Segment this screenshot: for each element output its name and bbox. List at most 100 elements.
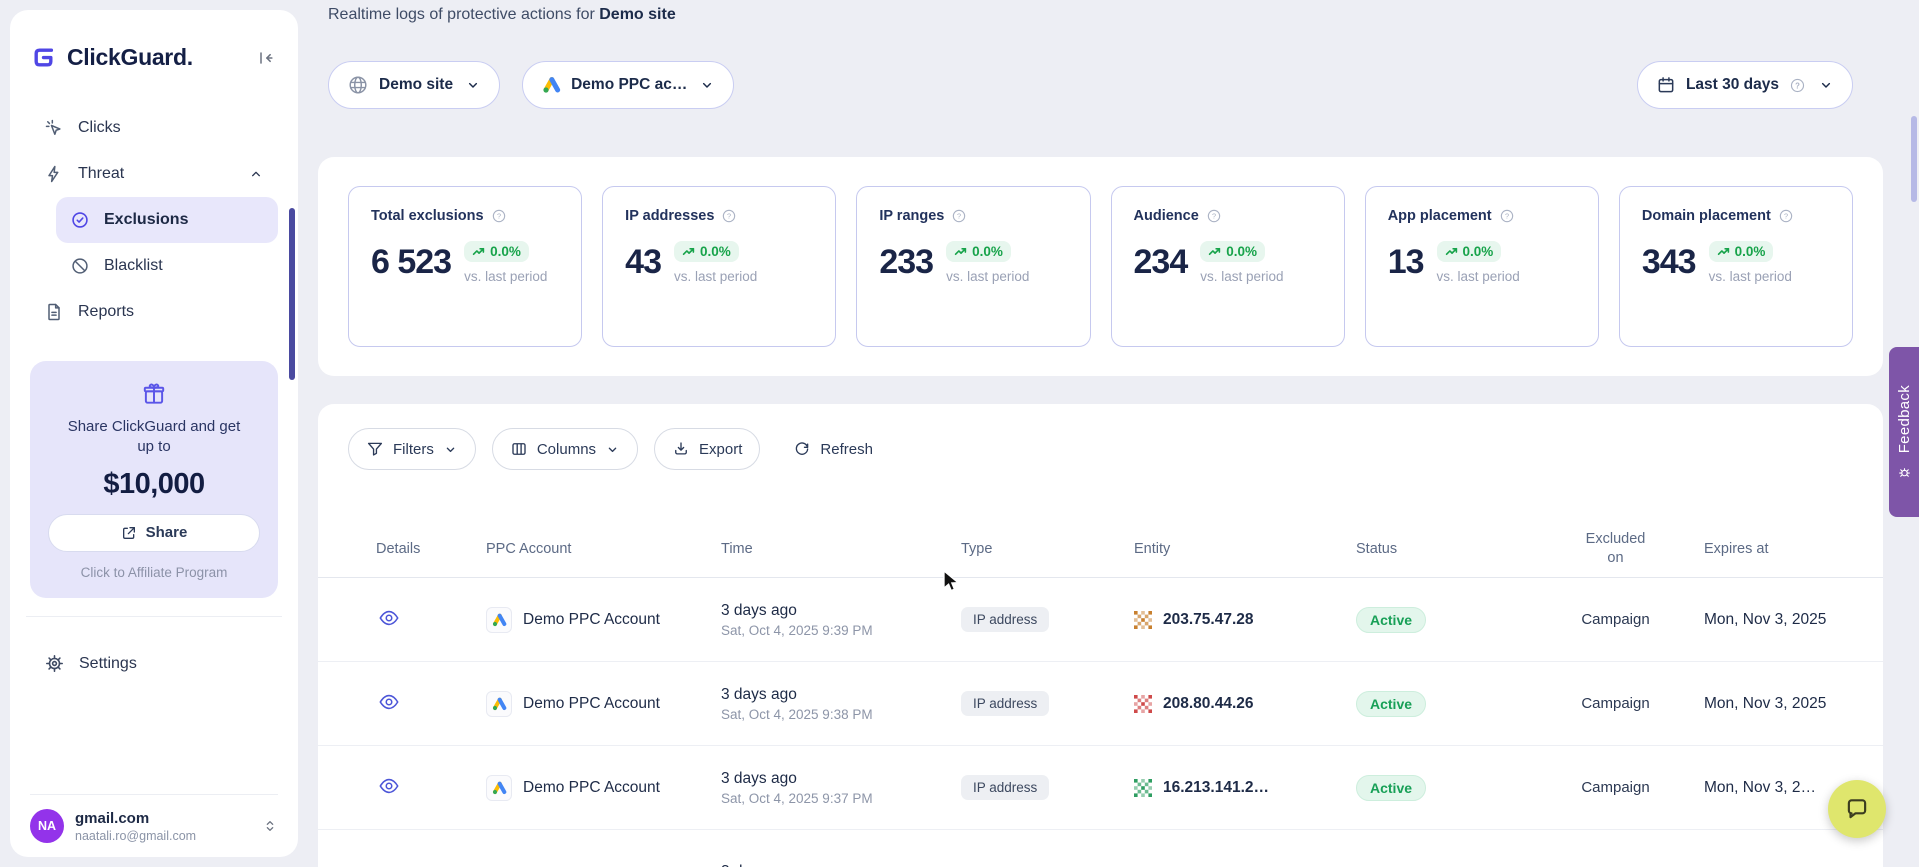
- stat-label: Total exclusions: [371, 208, 484, 224]
- stat-label: App placement: [1388, 208, 1492, 224]
- funnel-icon: [366, 440, 384, 458]
- stat-card-ip-ranges: IP ranges? 233 0.0% vs. last period: [856, 186, 1090, 347]
- exclusions-table-panel: Filters Columns Export Refresh Details P…: [318, 404, 1883, 867]
- view-details-eye-icon[interactable]: [376, 773, 402, 799]
- sidebar-item-blacklist[interactable]: Blacklist: [56, 243, 278, 289]
- columns-button-label: Columns: [537, 441, 596, 458]
- help-icon[interactable]: ?: [1778, 208, 1794, 224]
- stat-caption: vs. last period: [1437, 269, 1520, 284]
- help-icon[interactable]: ?: [491, 208, 507, 224]
- chat-widget-button[interactable]: [1828, 780, 1886, 838]
- help-icon[interactable]: ?: [721, 208, 737, 224]
- svg-text:?: ?: [1212, 212, 1216, 221]
- col-header-type: Type: [933, 541, 1106, 557]
- columns-button[interactable]: Columns: [492, 428, 638, 470]
- sidebar-divider: [26, 616, 282, 617]
- user-email: naatali.ro@gmail.com: [75, 829, 196, 843]
- bug-icon: [1898, 466, 1911, 479]
- sidebar: ClickGuard. Clicks Threat: [10, 10, 298, 857]
- help-icon[interactable]: ?: [1499, 208, 1515, 224]
- trend-up-badge: 0.0%: [1437, 241, 1502, 262]
- stat-card-app-placement: App placement? 13 0.0% vs. last period: [1365, 186, 1599, 347]
- trend-up-badge: 0.0%: [1200, 241, 1265, 262]
- ppc-account-selector-label: Demo PPC ac…: [571, 76, 687, 94]
- main-content: Realtime logs of protective actions for …: [318, 0, 1883, 867]
- time-absolute: Sat, Oct 4, 2025 9:39 PM: [721, 623, 933, 638]
- col-header-details: Details: [318, 541, 458, 557]
- stat-caption: vs. last period: [464, 269, 547, 284]
- sidebar-item-clicks[interactable]: Clicks: [30, 105, 278, 151]
- help-icon: ?: [1789, 77, 1806, 94]
- excluded-on-value: Campaign: [1581, 779, 1649, 796]
- svg-text:?: ?: [1795, 81, 1800, 90]
- subtitle-site-name: Demo site: [599, 6, 675, 23]
- date-range-selector[interactable]: Last 30 days ?: [1637, 61, 1853, 109]
- ban-icon: [70, 256, 90, 276]
- sidebar-scrollbar[interactable]: [289, 208, 295, 380]
- gear-icon: [44, 653, 65, 674]
- sidebar-item-reports[interactable]: Reports: [30, 289, 278, 335]
- view-details-eye-icon[interactable]: [376, 605, 402, 631]
- export-button[interactable]: Export: [654, 428, 760, 470]
- entity-identicon: [1134, 779, 1152, 797]
- sidebar-item-settings[interactable]: Settings: [30, 641, 278, 687]
- brand-logo-row: ClickGuard.: [30, 44, 278, 71]
- table-row-partial[interactable]: 3 days ago: [318, 830, 1883, 867]
- stat-value: 13: [1388, 243, 1424, 282]
- calendar-icon: [1656, 75, 1676, 95]
- refresh-button-label: Refresh: [820, 441, 873, 458]
- svg-text:?: ?: [957, 212, 961, 221]
- stat-label: Audience: [1134, 208, 1199, 224]
- stat-label: IP ranges: [879, 208, 944, 224]
- svg-text:?: ?: [1784, 212, 1788, 221]
- table-row[interactable]: Demo PPC Account 3 days agoSat, Oct 4, 2…: [318, 746, 1883, 830]
- col-header-entity: Entity: [1106, 541, 1328, 557]
- stat-caption: vs. last period: [946, 269, 1029, 284]
- share-button[interactable]: Share: [48, 514, 260, 552]
- download-icon: [672, 440, 690, 458]
- entity-value: 203.75.47.28: [1163, 611, 1254, 629]
- table-toolbar: Filters Columns Export Refresh: [318, 428, 1883, 470]
- stat-value: 234: [1134, 243, 1188, 282]
- refresh-button[interactable]: Refresh: [776, 428, 890, 470]
- entity-identicon: [1134, 611, 1152, 629]
- globe-icon: [347, 74, 369, 96]
- sidebar-item-threat[interactable]: Threat: [30, 151, 278, 197]
- affiliate-promo-card: Share ClickGuard and get up to $10,000 S…: [30, 361, 278, 598]
- sidebar-item-exclusions[interactable]: Exclusions: [56, 197, 278, 243]
- expires-at-value: Mon, Nov 3, 2025: [1673, 611, 1883, 629]
- stat-value: 343: [1642, 243, 1696, 282]
- ppc-account-selector[interactable]: Demo PPC ac…: [522, 61, 734, 109]
- table-row[interactable]: Demo PPC Account 3 days agoSat, Oct 4, 2…: [318, 662, 1883, 746]
- status-badge: Active: [1356, 775, 1426, 801]
- page-scrollbar[interactable]: [1911, 116, 1917, 202]
- table-row[interactable]: Demo PPC Account 3 days agoSat, Oct 4, 2…: [318, 578, 1883, 662]
- help-icon[interactable]: ?: [1206, 208, 1222, 224]
- stat-card-ip-addresses: IP addresses? 43 0.0% vs. last period: [602, 186, 836, 347]
- brand-name: ClickGuard.: [67, 44, 193, 71]
- site-selector[interactable]: Demo site: [328, 61, 500, 109]
- ppc-account-name: Demo PPC Account: [523, 611, 660, 629]
- user-name: gmail.com: [75, 810, 196, 827]
- help-icon[interactable]: ?: [951, 208, 967, 224]
- sidebar-collapse-icon[interactable]: [254, 46, 278, 70]
- google-ads-icon: [486, 775, 512, 801]
- feedback-tab[interactable]: Feedback: [1889, 347, 1919, 517]
- type-badge: IP address: [961, 775, 1049, 800]
- col-header-time: Time: [693, 541, 933, 557]
- col-header-status: Status: [1328, 541, 1558, 557]
- filters-button[interactable]: Filters: [348, 428, 476, 470]
- chevron-down-icon: [1818, 77, 1834, 93]
- sidebar-item-label: Clicks: [78, 119, 121, 137]
- view-details-eye-icon[interactable]: [376, 689, 402, 715]
- stat-card-audience: Audience? 234 0.0% vs. last period: [1111, 186, 1345, 347]
- chevron-down-icon: [605, 442, 620, 457]
- filter-bar: Demo site Demo PPC ac… Last 30 days ?: [328, 61, 1853, 109]
- sidebar-item-label: Exclusions: [104, 211, 188, 229]
- status-badge: Active: [1356, 607, 1426, 633]
- sidebar-item-label: Threat: [78, 165, 124, 183]
- trend-up-badge: 0.0%: [464, 241, 529, 262]
- affiliate-link[interactable]: Click to Affiliate Program: [48, 565, 260, 580]
- time-absolute: Sat, Oct 4, 2025 9:37 PM: [721, 791, 933, 806]
- user-account-switcher[interactable]: NA gmail.com naatali.ro@gmail.com: [30, 794, 278, 843]
